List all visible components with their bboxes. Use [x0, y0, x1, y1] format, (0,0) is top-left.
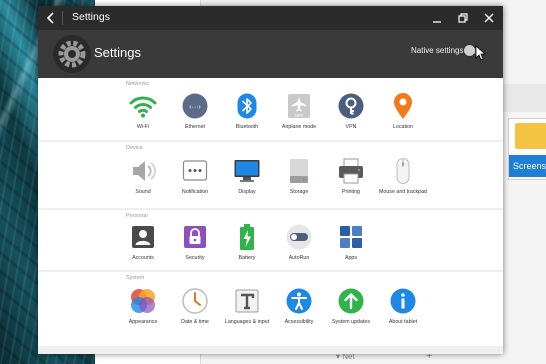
ethernet-icon: ‹···›	[182, 93, 208, 119]
setting-printing[interactable]: Printing	[324, 156, 378, 196]
language-icon	[235, 289, 259, 313]
setting-label: Accounts	[132, 255, 154, 261]
setting-label: Apps	[344, 255, 358, 261]
toggle-knob	[464, 45, 475, 56]
minimize-icon[interactable]	[431, 12, 443, 24]
info-icon	[390, 288, 416, 314]
setting-label: Airplane mode	[281, 124, 317, 130]
speaker-icon	[133, 161, 156, 181]
section-networks: Networks Wi-Fi ‹···› Ethernet Bluetooth …	[38, 78, 503, 140]
section-device: Device Sound Notification Display Storag…	[38, 142, 503, 208]
folder-icon	[515, 123, 546, 149]
close-icon[interactable]	[483, 12, 495, 24]
svg-text:‹···›: ‹···›	[189, 104, 201, 111]
setting-label: Display	[238, 189, 256, 195]
setting-label: AutoRun	[288, 255, 310, 261]
storage-icon	[290, 159, 308, 183]
setting-label: Date & time	[181, 319, 209, 325]
setting-notification[interactable]: Notification	[168, 156, 222, 196]
setting-appearance[interactable]: Appearance	[116, 286, 170, 326]
restore-icon[interactable]	[457, 12, 469, 24]
setting-label: Appearance	[128, 319, 158, 325]
autorun-toggle-icon	[286, 224, 312, 250]
setting-label: Bluetooth	[235, 124, 259, 130]
section-label: Personal	[126, 213, 148, 219]
setting-apps[interactable]: Apps	[324, 222, 378, 262]
setting-label: Location	[392, 124, 414, 130]
setting-storage[interactable]: Storage	[272, 156, 326, 196]
section-label: Networks	[126, 81, 149, 87]
setting-label: About tablet	[388, 319, 418, 325]
section-label: System	[126, 275, 145, 281]
setting-mouse-and-trackpad[interactable]: Mouse and trackpad	[376, 156, 430, 196]
mouse-icon	[396, 158, 410, 184]
account-icon	[132, 226, 154, 248]
setting-label: Mouse and trackpad	[379, 189, 427, 195]
setting-label: Sound	[135, 189, 151, 195]
location-icon	[394, 93, 412, 119]
printer-icon	[339, 158, 363, 184]
setting-battery[interactable]: Battery	[220, 222, 274, 262]
setting-wifi[interactable]: Wi-Fi	[116, 91, 170, 131]
section-label: Device	[126, 145, 143, 151]
setting-label: Accessibility	[284, 319, 314, 325]
vpn-icon	[338, 93, 364, 119]
setting-label: Ethernet	[184, 124, 206, 130]
svg-text:OFF: OFF	[295, 113, 304, 118]
display-icon	[234, 160, 260, 182]
security-lock-icon	[184, 226, 206, 248]
window-title: Settings	[72, 11, 110, 23]
settings-header: Settings Native settings	[38, 30, 503, 78]
setting-label: VPN	[345, 124, 357, 130]
bluetooth-icon	[237, 93, 257, 119]
settings-gear-icon	[53, 35, 91, 73]
setting-label: Wi-Fi	[136, 124, 150, 130]
setting-ethernet[interactable]: ‹···› Ethernet	[168, 91, 222, 131]
setting-airplane-mode[interactable]: OFF Airplane mode	[272, 91, 326, 131]
mouse-pointer-icon	[475, 45, 485, 61]
setting-sound[interactable]: Sound	[116, 156, 170, 196]
setting-label: Storage	[289, 189, 309, 195]
system-update-icon	[338, 288, 364, 314]
setting-system-updates[interactable]: System updates	[324, 286, 378, 326]
setting-label: Security	[185, 255, 205, 261]
section-system: System Appearance Date & time Languages …	[38, 272, 503, 346]
folder-label: Screensh	[509, 155, 546, 177]
notification-icon	[182, 160, 208, 181]
setting-label: Notification	[181, 189, 209, 195]
setting-location[interactable]: Location	[376, 91, 430, 131]
title-separator	[62, 11, 63, 25]
setting-vpn[interactable]: VPN	[324, 91, 378, 131]
airplane-icon: OFF	[288, 94, 310, 118]
setting-autorun[interactable]: AutoRun	[272, 222, 326, 262]
section-personal: Personal Accounts Security Battery AutoR…	[38, 210, 503, 270]
setting-security[interactable]: Security	[168, 222, 222, 262]
setting-languages-input[interactable]: Languages & input	[220, 286, 274, 326]
native-settings-label: Native settings	[411, 46, 464, 55]
battery-icon	[240, 224, 254, 250]
apps-grid-icon	[340, 226, 362, 248]
setting-bluetooth[interactable]: Bluetooth	[220, 91, 274, 131]
background-folder[interactable]: Screensh	[508, 118, 546, 180]
settings-window: Settings Settings Native settings Networ…	[38, 6, 503, 354]
setting-label: Printing	[342, 189, 360, 195]
accessibility-icon	[286, 288, 312, 314]
setting-date-time[interactable]: Date & time	[168, 286, 222, 326]
clock-icon	[182, 288, 208, 314]
setting-label: System updates	[332, 319, 370, 325]
wifi-icon	[129, 96, 157, 118]
title-bar: Settings	[38, 6, 503, 30]
header-title: Settings	[94, 45, 141, 60]
setting-about-tablet[interactable]: About tablet	[376, 286, 430, 326]
settings-content: Networks Wi-Fi ‹···› Ethernet Bluetooth …	[38, 78, 503, 354]
setting-label: Battery	[238, 255, 256, 261]
setting-accessibility[interactable]: Accessibility	[272, 286, 326, 326]
back-arrow-icon[interactable]	[44, 9, 58, 27]
appearance-icon	[131, 289, 155, 313]
setting-display[interactable]: Display	[220, 156, 274, 196]
setting-accounts[interactable]: Accounts	[116, 222, 170, 262]
setting-label: Languages & input	[224, 319, 270, 325]
